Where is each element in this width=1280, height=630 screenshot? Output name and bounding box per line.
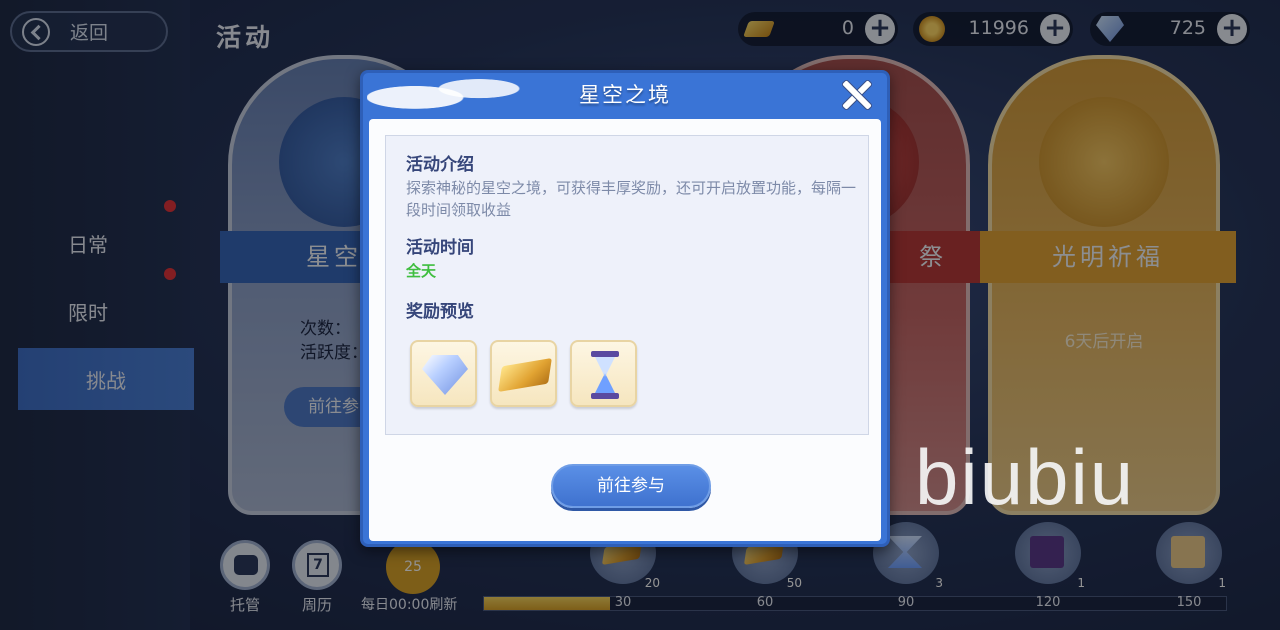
modal-header: 星空之境 [363,71,887,115]
modal-title: 星空之境 [579,83,671,107]
reward-item-gold-bar[interactable] [490,340,557,407]
hourglass-icon [591,351,619,399]
time-title: 活动时间 [406,238,474,258]
go-participate-button[interactable]: 前往参与 [551,464,711,508]
watermark: biubiu [915,433,1136,521]
modal-body: 活动介绍 探索神秘的星空之境，可获得丰厚奖励，还可开启放置功能，每隔一段时间领取… [369,119,881,541]
activity-detail-modal: 星空之境 活动介绍 探索神秘的星空之境，可获得丰厚奖励，还可开启放置功能，每隔一… [360,70,890,547]
reward-title: 奖励预览 [406,302,474,322]
intro-text: 探索神秘的星空之境，可获得丰厚奖励，还可开启放置功能，每隔一段时间领取收益 [406,179,857,219]
reward-item-diamond[interactable] [410,340,477,407]
info-box: 活动介绍 探索神秘的星空之境，可获得丰厚奖励，还可开启放置功能，每隔一段时间领取… [385,135,869,435]
time-value: 全天 [406,262,437,280]
intro-title: 活动介绍 [406,155,474,175]
close-icon[interactable] [839,77,875,113]
reward-list [410,340,637,407]
diamond-icon [422,355,468,395]
gold-bar-icon [498,358,552,392]
reward-item-hourglass[interactable] [570,340,637,407]
